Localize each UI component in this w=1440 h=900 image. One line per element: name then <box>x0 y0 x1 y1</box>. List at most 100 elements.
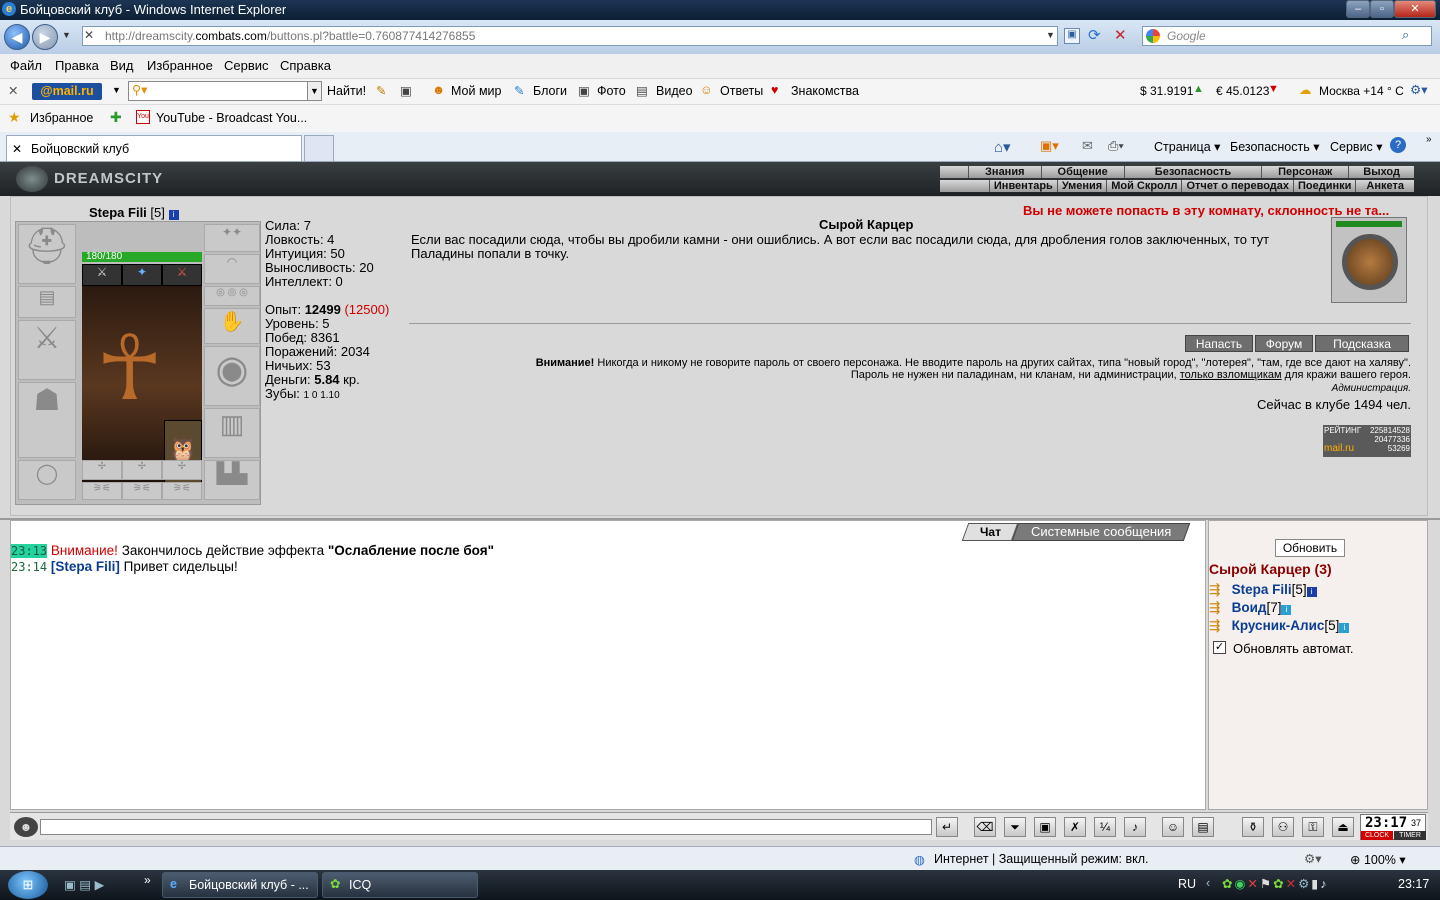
tab-system-messages[interactable]: Системные сообщения <box>1011 523 1191 541</box>
info-icon[interactable]: i <box>1339 623 1350 633</box>
language-indicator[interactable]: RU <box>1178 877 1196 891</box>
print-icon[interactable]: ⎙▾ <box>1108 138 1124 154</box>
rune-slot-3[interactable]: ✢ <box>162 460 202 480</box>
scroll-slot-1[interactable]: ⚔ <box>82 264 122 286</box>
maximize-button[interactable]: ▫ <box>1370 0 1394 18</box>
sound-icon[interactable]: ♪ <box>1124 817 1146 837</box>
link-video[interactable]: Видео <box>656 84 693 98</box>
link-answers[interactable]: Ответы <box>720 84 763 98</box>
highlight-icon[interactable]: ✎ <box>376 83 386 98</box>
mailru-dropdown-icon[interactable]: ▼ <box>112 85 121 95</box>
gloves-slot[interactable]: ✋ <box>204 308 260 344</box>
menu-help[interactable]: Справка <box>280 58 331 73</box>
shield-slot[interactable]: ◉ <box>204 346 260 406</box>
stop-icon[interactable]: ✕ <box>1114 26 1127 44</box>
translit-icon[interactable]: ¼ <box>1094 817 1116 837</box>
eur-rate[interactable]: € 45.0123 <box>1216 84 1269 98</box>
scroll-slot-3[interactable]: ⚔ <box>162 264 202 286</box>
menu-view[interactable]: Вид <box>110 58 134 73</box>
scroll-slot-2[interactable]: ✦ <box>122 264 162 286</box>
toolbar-close-icon[interactable]: ✕ <box>8 83 18 98</box>
toolbar-options-icon[interactable]: ⚙▾ <box>1410 82 1427 97</box>
lock-icon[interactable]: ⚿ <box>1302 817 1324 837</box>
nav-fights[interactable]: Поединки <box>1293 180 1355 192</box>
pocket-slot-2[interactable]: ⚞⚟ <box>122 482 162 500</box>
zoom-level[interactable]: ⊕ 100% ▾ <box>1350 852 1406 867</box>
rune-slot-2[interactable]: ✢ <box>122 460 162 480</box>
mailru-rating-counter[interactable]: РЕЙТИНГ 225814528 20477336 mail.ru 53269 <box>1323 425 1411 457</box>
tools-menu[interactable]: Сервис ▾ <box>1330 139 1383 154</box>
rings-slot[interactable]: ◎ ◎ ◎ <box>204 286 260 306</box>
nav-exit[interactable]: Выход <box>1348 166 1414 178</box>
forum-button[interactable]: Форум <box>1255 335 1313 352</box>
menu-file[interactable]: Файл <box>10 58 42 73</box>
filter-icon[interactable]: ⏷ <box>1004 817 1026 837</box>
mail-icon[interactable]: ✉ <box>1082 138 1093 154</box>
belt-slot[interactable]: ◯ <box>18 460 76 500</box>
feeds-icon[interactable]: ▣▾ <box>1040 138 1059 154</box>
menu-favorites[interactable]: Избранное <box>147 58 213 73</box>
safety-menu[interactable]: Безопасность ▾ <box>1230 139 1320 154</box>
popup-icon[interactable]: ▣ <box>400 83 412 98</box>
nav-knowledge[interactable]: Знания <box>968 166 1040 178</box>
menu-tools[interactable]: Сервис <box>224 58 269 73</box>
chat-nick[interactable]: [Stepa Fili] <box>51 559 120 574</box>
nav-inventory[interactable]: Инвентарь <box>988 180 1057 192</box>
hint-button[interactable]: Подсказка <box>1315 335 1409 352</box>
favorite-link-youtube[interactable]: YouTube - Broadcast You... <box>156 111 307 125</box>
page-menu[interactable]: Страница ▾ <box>1154 139 1220 154</box>
search-input[interactable]: Google <box>1142 26 1432 46</box>
user-name[interactable]: Крусник-Алис <box>1232 618 1325 633</box>
mailru-logo[interactable]: @mail.ru <box>32 83 102 100</box>
add-favorite-icon[interactable]: ✚ <box>110 109 122 126</box>
search-dropdown-icon[interactable]: ▼ <box>307 82 321 100</box>
armor-slot[interactable]: ☗ <box>18 382 76 458</box>
nav-scroll[interactable]: Мой Скролл <box>1106 180 1181 192</box>
clear-icon[interactable]: ⌫ <box>974 817 996 837</box>
auto-refresh-checkbox[interactable]: ✓ <box>1213 641 1226 654</box>
tray-clock[interactable]: 23:17 <box>1398 877 1429 891</box>
weather-text[interactable]: Москва +14 ° C <box>1319 84 1404 98</box>
legs-slot[interactable]: ▥ <box>204 408 260 458</box>
url-field[interactable]: http://dreamscity.combats.com/buttons.pl… <box>82 26 1058 46</box>
usd-rate[interactable]: $ 31.9191 <box>1140 84 1193 98</box>
tab-chat[interactable]: Чат <box>961 523 1019 541</box>
help-icon[interactable]: ? <box>1390 137 1406 153</box>
link-myworld[interactable]: Мой мир <box>451 84 502 98</box>
refresh-button[interactable]: Обновить <box>1275 539 1345 557</box>
nav-security[interactable]: Безопасность <box>1123 166 1261 178</box>
whisper-icon[interactable]: ⇶ <box>1209 582 1220 597</box>
smiles-icon[interactable]: ☺ <box>1162 817 1184 837</box>
tray-expand-icon[interactable]: ‹ <box>1206 876 1210 890</box>
menu-edit[interactable]: Правка <box>55 58 99 73</box>
compat-view-icon[interactable]: ▣ <box>1064 28 1080 44</box>
whisper-icon[interactable]: ⇶ <box>1209 600 1220 615</box>
link-dating[interactable]: Знакомства <box>791 84 859 98</box>
clock-widget[interactable]: 23:17 37 CLOCK TIMER <box>1360 814 1426 840</box>
new-tab-button[interactable] <box>304 135 334 161</box>
whisper-icon[interactable]: ⇶ <box>1209 618 1220 633</box>
mailru-search-input[interactable] <box>128 81 322 101</box>
bracers-slot[interactable]: ▤ <box>18 286 76 318</box>
fight-icon[interactable]: ✗ <box>1064 817 1086 837</box>
security-zone[interactable]: Интернет | Защищенный режим: вкл. <box>934 852 1149 866</box>
favorites-button[interactable]: Избранное <box>30 111 93 125</box>
room-map[interactable] <box>1331 217 1407 303</box>
attack-button[interactable]: Напасть <box>1185 335 1253 352</box>
info-icon[interactable]: i <box>1306 587 1317 597</box>
nav-profile[interactable]: Анкета <box>1355 180 1414 192</box>
group-icon[interactable]: ⚇ <box>1272 817 1294 837</box>
forward-button[interactable]: ▶ <box>32 24 58 50</box>
recent-pages-icon[interactable]: ▼ <box>62 30 71 40</box>
url-dropdown-icon[interactable]: ▼ <box>1046 30 1055 40</box>
nav-character[interactable]: Персонаж <box>1261 166 1348 178</box>
tab-fightclub[interactable]: Бойцовский клуб <box>6 135 302 161</box>
rune-slot-1[interactable]: ✢ <box>82 460 122 480</box>
amulet-slot[interactable]: ◠ <box>204 254 260 284</box>
info-icon[interactable]: i <box>168 210 179 220</box>
nav-communication[interactable]: Общение <box>1040 166 1124 178</box>
user-name[interactable]: Stepa Fili <box>1232 582 1292 597</box>
close-button[interactable]: ✕ <box>1394 0 1436 18</box>
refresh-icon[interactable]: ⟳ <box>1088 26 1101 44</box>
quicklaunch-icons[interactable]: ▣ ▤ ▶ <box>64 877 104 892</box>
